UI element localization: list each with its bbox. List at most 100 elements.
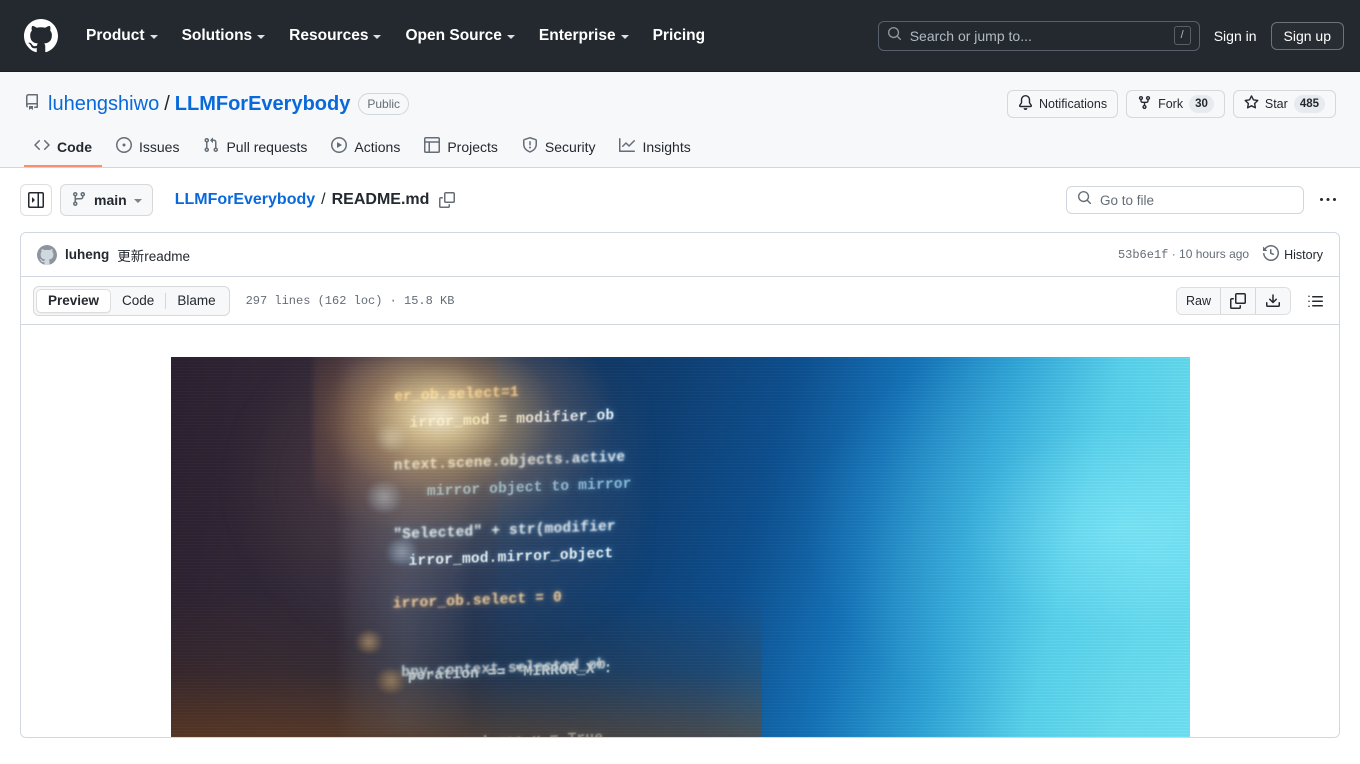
repository-path: luhengshiwo / LLMForEverybody xyxy=(48,93,350,116)
nav-label: Solutions xyxy=(181,26,253,44)
avatar xyxy=(37,244,57,265)
repo-name-link[interactable]: LLMForEverybody xyxy=(175,93,351,116)
commit-hash[interactable]: 53b6e1f xyxy=(1118,248,1168,262)
history-clock-icon xyxy=(1263,244,1280,264)
file-panel: luheng 更新readme 53b6e1f · 10 hours ago H… xyxy=(20,232,1340,738)
tab-label: Issues xyxy=(139,138,180,155)
sign-in-link[interactable]: Sign in xyxy=(1214,28,1257,44)
graph-icon xyxy=(619,137,636,156)
go-to-file-input[interactable]: Go to file xyxy=(1066,186,1304,214)
breadcrumb: LLMForEverybody / README.md xyxy=(175,191,456,209)
chevron-down-icon xyxy=(373,34,382,39)
tab-label: Actions xyxy=(354,138,401,155)
file-action-group: Raw xyxy=(1175,286,1291,315)
star-icon xyxy=(1244,95,1259,113)
git-pull-request-icon xyxy=(203,137,219,156)
chevron-down-icon xyxy=(506,34,515,39)
sign-up-button[interactable]: Sign up xyxy=(1270,21,1344,50)
fork-icon xyxy=(1137,95,1152,113)
fork-label: Fork xyxy=(1158,97,1184,111)
commit-author[interactable]: luheng xyxy=(65,247,109,262)
global-header: Product Solutions Resources Open Source … xyxy=(0,0,1360,72)
search-input[interactable]: Search or jump to... / xyxy=(877,20,1200,51)
play-icon xyxy=(331,137,348,156)
github-mark-icon[interactable] xyxy=(24,18,58,53)
copy-path-icon[interactable] xyxy=(439,192,456,208)
tab-insights[interactable]: Insights xyxy=(609,130,700,167)
chevron-down-icon xyxy=(149,34,158,39)
file-navigation-bar: main LLMForEverybody / README.md Go to f… xyxy=(0,168,1360,232)
download-icon[interactable] xyxy=(1256,287,1290,314)
search-icon xyxy=(1077,190,1092,210)
search-placeholder: Search or jump to... xyxy=(909,27,1032,44)
repo-owner-link[interactable]: luhengshiwo xyxy=(48,93,159,116)
chevron-down-icon xyxy=(620,34,629,39)
chevron-down-icon xyxy=(133,199,142,203)
nav-item-solutions[interactable]: Solutions xyxy=(170,19,278,53)
view-code-button[interactable]: Code xyxy=(111,289,165,313)
nav-item-pricing[interactable]: Pricing xyxy=(641,19,718,53)
star-button[interactable]: Star 485 xyxy=(1232,90,1336,118)
issue-opened-icon xyxy=(116,137,132,156)
tab-actions[interactable]: Actions xyxy=(321,130,410,167)
view-preview-button[interactable]: Preview xyxy=(36,288,112,313)
more-options-button[interactable] xyxy=(1312,184,1344,216)
commit-relative-time: 10 hours ago xyxy=(1179,247,1250,261)
tab-label: Code xyxy=(57,138,92,155)
visibility-badge: Public xyxy=(358,93,410,115)
file-view-toolbar: Preview Code Blame 297 lines (162 loc) ·… xyxy=(21,277,1339,325)
outline-list-icon[interactable] xyxy=(1299,287,1331,315)
file-nav-right-group: Go to file xyxy=(1066,184,1344,216)
content-wrapper: luheng 更新readme 53b6e1f · 10 hours ago H… xyxy=(0,232,1360,738)
raw-button[interactable]: Raw xyxy=(1176,287,1221,314)
tab-pull-requests[interactable]: Pull requests xyxy=(193,130,317,167)
nav-label: Resources xyxy=(289,26,369,44)
commit-message[interactable]: 更新readme xyxy=(117,245,190,265)
breadcrumb-repo-link[interactable]: LLMForEverybody xyxy=(175,191,315,209)
tab-label: Pull requests xyxy=(226,138,308,155)
nav-item-enterprise[interactable]: Enterprise xyxy=(527,19,641,53)
latest-commit-row: luheng 更新readme 53b6e1f · 10 hours ago H… xyxy=(21,233,1339,277)
file-toolbar-actions: Raw xyxy=(1175,286,1331,315)
nav-item-open-source[interactable]: Open Source xyxy=(393,19,526,53)
branch-selector[interactable]: main xyxy=(60,184,153,216)
nav-item-product[interactable]: Product xyxy=(74,19,170,53)
view-blame-button[interactable]: Blame xyxy=(166,289,226,313)
nav-label: Product xyxy=(86,26,145,44)
repository-title-row: luhengshiwo / LLMForEverybody Public Not… xyxy=(24,88,1336,120)
nav-label: Open Source xyxy=(405,26,502,44)
readme-rendered-body: irror_mod = modifier_ob mirror object to… xyxy=(21,325,1339,737)
notifications-button[interactable]: Notifications xyxy=(1006,90,1119,118)
nav-label: Enterprise xyxy=(538,26,616,44)
breadcrumb-file-name: README.md xyxy=(331,191,430,208)
tab-issues[interactable]: Issues xyxy=(106,130,189,167)
repository-actions: Notifications Fork 30 Star 485 xyxy=(1006,90,1336,118)
file-stats: 297 lines (162 loc) · 15.8 KB xyxy=(245,293,455,308)
tab-security[interactable]: Security xyxy=(512,130,606,167)
nav-item-resources[interactable]: Resources xyxy=(277,19,393,53)
notifications-label: Notifications xyxy=(1038,97,1108,111)
commit-meta-separator: · xyxy=(1168,247,1180,261)
table-icon xyxy=(424,137,441,156)
search-shortcut-key: / xyxy=(1173,26,1191,45)
copy-icon[interactable] xyxy=(1221,287,1256,314)
repository-header: luhengshiwo / LLMForEverybody Public Not… xyxy=(0,72,1360,168)
commit-meta: 53b6e1f · 10 hours ago xyxy=(1118,247,1249,262)
branch-name: main xyxy=(94,192,127,208)
repository-tabs: Code Issues Pull requests Actions Projec… xyxy=(24,130,1336,167)
bell-icon xyxy=(1018,95,1033,113)
fork-button[interactable]: Fork 30 xyxy=(1126,90,1225,118)
tab-label: Projects xyxy=(447,138,498,155)
branch-icon xyxy=(71,191,87,210)
history-link[interactable]: History xyxy=(1263,244,1323,264)
tab-projects[interactable]: Projects xyxy=(414,130,508,167)
sidebar-expand-icon[interactable] xyxy=(20,184,52,216)
tab-code[interactable]: Code xyxy=(24,130,102,167)
go-to-file-placeholder: Go to file xyxy=(1100,192,1155,208)
chevron-down-icon xyxy=(257,34,266,39)
file-view-switcher: Preview Code Blame xyxy=(33,285,230,316)
star-label: Star xyxy=(1264,97,1288,111)
nav-label: Pricing xyxy=(652,26,706,44)
tab-label: Security xyxy=(544,138,596,155)
breadcrumb-separator: / xyxy=(321,191,326,208)
